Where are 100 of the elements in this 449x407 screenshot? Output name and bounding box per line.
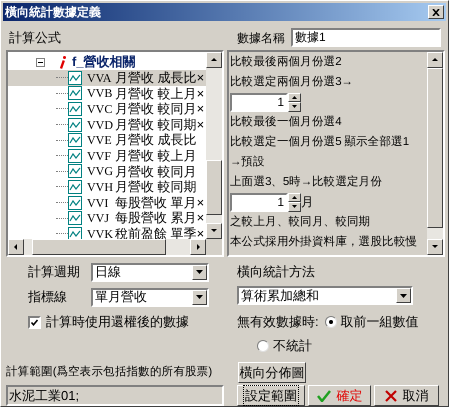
info-icon (59, 56, 66, 68)
description-line: 比較選定兩個月份選3→ (230, 74, 353, 90)
item-code: VVI (87, 194, 110, 212)
item-label: 月營收 較同月 (115, 162, 197, 180)
tree-item[interactable]: VVA 月營收 成長比× (8, 70, 206, 86)
chart-icon (68, 148, 82, 163)
item-code: VVC (87, 100, 114, 118)
scroll-up-button[interactable] (427, 52, 443, 68)
scrollbar[interactable] (8, 239, 206, 255)
name-field[interactable]: 數據1 (291, 28, 441, 47)
period-dropdown[interactable]: 日線 (91, 262, 209, 282)
down-arrow-icon (431, 243, 439, 251)
spin-field[interactable]: 1 (230, 92, 288, 112)
up-arrow-icon (210, 56, 218, 64)
description-line: 之較上月、較同月、較同期 (230, 214, 370, 230)
scroll-right-button[interactable] (190, 239, 206, 255)
spin-down-icon (292, 205, 297, 208)
checkbox[interactable] (28, 316, 41, 328)
dropdown-button[interactable] (396, 288, 411, 303)
spin-up-icon (292, 196, 297, 199)
radio-dot-icon (328, 320, 333, 324)
description-line: 比較最後一個月份選4 (230, 114, 342, 130)
tree-item[interactable]: VVG 月營收 較同月 (8, 164, 206, 180)
scroll-thumb[interactable] (427, 68, 443, 228)
minus-icon (38, 60, 43, 64)
scroll-down-button[interactable] (206, 223, 222, 239)
check-icon (31, 318, 38, 326)
item-label: 月營收 較同期× (115, 116, 204, 133)
unit-label: 月 (301, 194, 314, 211)
distribution-button[interactable]: 橫向分佈圖 (238, 362, 306, 383)
item-code: VVF (87, 148, 112, 165)
down-arrow-icon (196, 295, 203, 299)
tree-item[interactable]: VVB 月營收 較上月× (8, 86, 206, 102)
dropdown-value: 日線 (94, 263, 122, 282)
down-arrow-icon (210, 227, 218, 235)
spin-button[interactable] (288, 192, 301, 212)
field-label: 計算週期 (28, 263, 81, 282)
scrollbar[interactable] (427, 52, 443, 255)
scroll-thumb[interactable] (32, 239, 166, 255)
item-label: 月營收 較上月 (115, 147, 197, 165)
spin-down-icon (292, 105, 297, 108)
up-arrow-icon (431, 56, 439, 64)
set-range-button[interactable]: 設定範圍 (237, 385, 305, 406)
scroll-left-button[interactable] (8, 239, 24, 255)
description-line: →預設 (230, 154, 265, 170)
chart-icon (68, 70, 82, 85)
chart-icon (68, 86, 82, 100)
radio-button[interactable] (324, 316, 337, 328)
range-field[interactable]: 水泥工業01; (6, 385, 224, 406)
description-line: 上面選3、5時→比較選定月份 (230, 174, 382, 190)
window-title: 橫向統計數據定義 (5, 4, 101, 21)
section-label: 計算公式 (8, 29, 61, 47)
method-dropdown[interactable]: 算術累加總和 (237, 286, 413, 305)
field-label: 數據名稱 (237, 30, 285, 46)
chart-icon (68, 226, 82, 239)
item-code: VVG (87, 163, 114, 180)
cancel-button[interactable]: 取消 (374, 385, 439, 406)
dropdown-button[interactable] (192, 290, 207, 304)
spin-button[interactable] (288, 92, 301, 112)
item-code: VVD (87, 116, 114, 134)
item-label: 月營收 較上月× (115, 84, 204, 102)
chart-icon (68, 180, 82, 194)
item-label: 每股營收 累月× (115, 209, 204, 227)
item-label: 月營收 成長比× (115, 69, 204, 87)
scrollbar-corner (206, 239, 222, 255)
dropdown-value: 算術累加總和 (240, 286, 320, 305)
scrollbar[interactable] (206, 52, 222, 239)
spin-value: 1 (276, 94, 285, 111)
description-line: 比較選定一個月份選5 顯示全部選1 (230, 134, 409, 150)
tree-item[interactable]: VVJ 每股營收 累月× (8, 210, 206, 226)
item-code: VVH (87, 178, 114, 196)
dropdown-button[interactable] (192, 264, 207, 280)
radio-button[interactable] (257, 340, 269, 352)
tree-item[interactable]: VVI 每股營收 單月× (8, 194, 206, 210)
tree-item[interactable]: VVE 月營收 成長比 (8, 132, 206, 148)
range-label: 計算範圍(爲空表示包括指數的所有股票) (6, 364, 213, 380)
scroll-up-button[interactable] (206, 52, 222, 68)
tree-item[interactable]: VVF 月營收 較上月 (8, 148, 206, 164)
scroll-thumb[interactable] (206, 160, 222, 215)
dropdown-value: 單月營收 (94, 288, 148, 306)
down-arrow-icon (400, 294, 407, 298)
item-label: 月營收 較同期 (115, 178, 197, 196)
tree-item[interactable]: VVC 月營收 較同月× (8, 101, 206, 117)
scroll-down-button[interactable] (427, 239, 443, 255)
close-button[interactable] (428, 5, 444, 19)
tree-item[interactable]: VVH 月營收 較同期 (8, 179, 206, 195)
item-code: VVE (87, 132, 113, 150)
item-label: 月營收 成長比 (115, 131, 197, 149)
chart-icon (68, 133, 82, 148)
item-code: VVB (87, 85, 114, 102)
checkbox-label: 計算時使用還權後的數據 (46, 313, 189, 332)
tree-group-label[interactable]: f_營收相關 (72, 52, 136, 72)
collapse-toggle[interactable] (36, 58, 45, 66)
field-label: 無有效數據時: (237, 313, 319, 332)
spin-field[interactable]: 1 (230, 192, 288, 212)
spin-up-icon (292, 96, 297, 99)
description-line: 本公式採用外掛資料庫，選股比較慢 (230, 234, 418, 250)
tree-item[interactable]: VVD 月營收 較同期× (8, 116, 206, 132)
indicator-dropdown[interactable]: 單月營收 (91, 288, 209, 306)
chart-icon (68, 164, 82, 178)
